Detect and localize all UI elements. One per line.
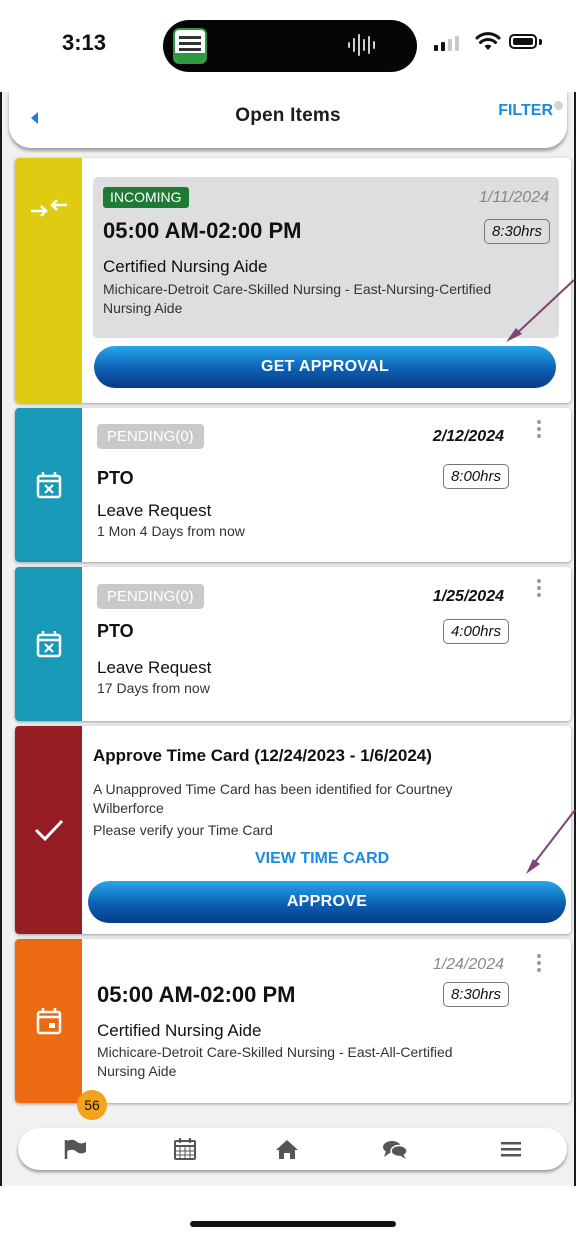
app-header: Open Items FILTER <box>9 90 567 148</box>
checkmark-icon <box>34 819 63 842</box>
shift-time-range: 05:00 AM-02:00 PM <box>103 218 302 243</box>
battery-icon <box>509 34 537 49</box>
time-card-message-line1: A Unapproved Time Card has been identifi… <box>93 781 453 797</box>
leave-subtitle: Leave Request <box>97 501 212 520</box>
incoming-shift-card[interactable]: INCOMING 1/11/2024 05:00 AM-02:00 PM 8:3… <box>15 158 571 403</box>
more-options-icon[interactable] <box>534 954 544 974</box>
leave-hours: 4:00hrs <box>442 619 509 644</box>
time-card-approval-card[interactable]: Approve Time Card (12/24/2023 - 1/6/2024… <box>15 726 571 934</box>
shift-role: Certified Nursing Aide <box>103 257 268 276</box>
shift-location-line1: Michicare-Detroit Care-Skilled Nursing -… <box>97 1044 453 1060</box>
shift-hours: 8:30hrs <box>442 982 509 1007</box>
leave-subtitle: Leave Request <box>97 658 212 677</box>
flag-icon[interactable] <box>62 1138 88 1160</box>
dynamic-island[interactable] <box>163 20 417 72</box>
time-card-message-line2: Wilberforce <box>93 800 164 816</box>
bottom-navigation <box>18 1128 567 1170</box>
leave-note: 1 Mon 4 Days from now <box>97 523 245 539</box>
filter-indicator-dot <box>554 101 563 110</box>
pending-badge: PENDING(0) <box>97 424 204 449</box>
shift-location-line1: Michicare-Detroit Care-Skilled Nursing -… <box>103 281 492 297</box>
calendar-x-icon <box>36 472 61 499</box>
time-card-title: Approve Time Card (12/24/2023 - 1/6/2024… <box>93 746 432 765</box>
leave-date: 2/12/2024 <box>432 428 504 445</box>
filter-button[interactable]: FILTER <box>498 101 563 120</box>
home-icon[interactable] <box>274 1138 300 1160</box>
leave-date: 1/25/2024 <box>432 588 504 605</box>
shift-date: 1/11/2024 <box>479 189 549 206</box>
calendar-x-icon <box>36 631 61 658</box>
filter-label: FILTER <box>498 102 553 119</box>
calendar-icon <box>36 1008 61 1035</box>
more-options-icon[interactable] <box>534 579 544 599</box>
leave-title: PTO <box>97 621 134 641</box>
page-title: Open Items <box>235 105 341 126</box>
pending-badge: PENDING(0) <box>97 584 204 609</box>
leave-hours: 8:00hrs <box>442 464 509 489</box>
time-card-message-line3: Please verify your Time Card <box>93 822 273 838</box>
chat-icon[interactable] <box>382 1138 408 1160</box>
incoming-badge: INCOMING <box>103 187 189 208</box>
get-approval-button[interactable]: GET APPROVAL <box>94 346 556 388</box>
status-bar: 3:13 <box>0 0 576 92</box>
leave-title: PTO <box>97 468 134 488</box>
home-indicator[interactable] <box>190 1221 396 1227</box>
audio-wave-icon <box>348 34 375 56</box>
notification-count-badge: 56 <box>77 1090 107 1120</box>
leave-note: 17 Days from now <box>97 680 210 696</box>
approve-button[interactable]: APPROVE <box>88 881 566 923</box>
card-stripe-leave <box>15 567 82 721</box>
leave-request-card[interactable]: PENDING(0) 2/12/2024 PTO 8:00hrs Leave R… <box>15 408 571 562</box>
shift-details-box: INCOMING 1/11/2024 05:00 AM-02:00 PM 8:3… <box>93 177 559 338</box>
battery-tip <box>539 39 542 45</box>
shift-time-range: 05:00 AM-02:00 PM <box>97 982 296 1007</box>
calendar-grid-icon[interactable] <box>172 1138 198 1160</box>
swap-arrows-icon <box>30 199 67 217</box>
shift-date: 1/24/2024 <box>432 956 504 973</box>
status-time: 3:13 <box>62 30 107 55</box>
shift-hours: 8:30hrs <box>483 219 550 244</box>
wifi-icon <box>475 32 501 50</box>
island-app-icon <box>173 28 207 64</box>
card-stripe-incoming <box>15 158 82 403</box>
view-time-card-link[interactable]: VIEW TIME CARD <box>255 850 389 868</box>
card-stripe-approval <box>15 726 82 934</box>
scheduled-shift-card[interactable]: 1/24/2024 05:00 AM-02:00 PM 8:30hrs Cert… <box>15 939 571 1103</box>
card-stripe-leave <box>15 408 82 562</box>
cellular-signal-icon <box>434 36 459 51</box>
shift-location-line2: Nursing Aide <box>97 1063 177 1079</box>
menu-icon[interactable] <box>498 1138 524 1160</box>
leave-request-card[interactable]: PENDING(0) 1/25/2024 PTO 4:00hrs Leave R… <box>15 567 571 721</box>
card-stripe-shift <box>15 939 82 1103</box>
shift-location-line2: Nursing Aide <box>103 300 183 316</box>
shift-role: Certified Nursing Aide <box>97 1021 262 1040</box>
more-options-icon[interactable] <box>534 420 544 440</box>
home-indicator-area <box>0 1186 576 1241</box>
